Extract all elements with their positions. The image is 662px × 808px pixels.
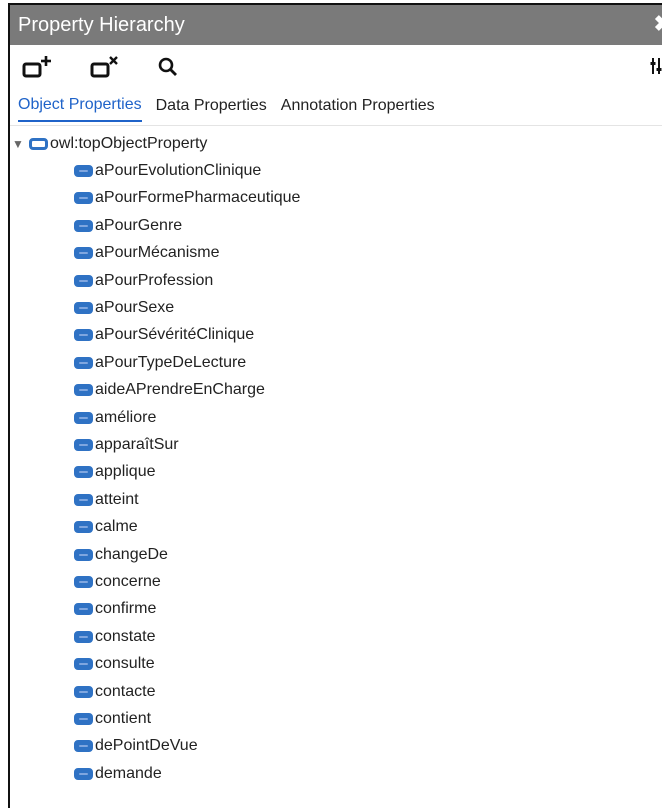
object-property-icon — [74, 493, 93, 506]
tree-item-label: améliore — [95, 408, 157, 426]
tab-object-properties[interactable]: Object Properties — [18, 88, 142, 122]
tree-item[interactable]: aideAPrendreEnCharge — [10, 377, 662, 404]
tree-item-label: calme — [95, 518, 138, 536]
object-property-icon — [74, 438, 93, 451]
tree-item-label: contacte — [95, 682, 156, 700]
tree-item-label: aideAPrendreEnCharge — [95, 381, 265, 399]
tree-item-label: aPourMécanisme — [95, 244, 220, 262]
tree-item-label: changeDe — [95, 545, 168, 563]
delete-property-icon[interactable] — [90, 55, 124, 84]
close-icon[interactable]: ✖ — [654, 11, 662, 37]
tree-root-label: owl:topObjectProperty — [50, 134, 208, 152]
tree-item[interactable]: consulte — [10, 650, 662, 677]
tree-item-label: aPourEvolutionClinique — [95, 162, 262, 180]
tree-item[interactable]: constate — [10, 623, 662, 650]
add-sub-property-icon[interactable] — [22, 55, 56, 84]
tree-item-label: contient — [95, 709, 152, 727]
object-property-icon — [74, 411, 93, 424]
tree-children: aPourEvolutionClinique aPourFormePharmace… — [10, 157, 662, 787]
tree-item[interactable]: aPourSévéritéClinique — [10, 322, 662, 349]
sliders-icon[interactable] — [650, 57, 662, 80]
tree-item-label: constate — [95, 627, 156, 645]
tree-item[interactable]: concerne — [10, 568, 662, 595]
tree-item[interactable]: aPourEvolutionClinique — [10, 157, 662, 184]
tab-bar: Object Properties Data Properties Annota… — [10, 85, 662, 126]
tree-item[interactable]: aPourFormePharmaceutique — [10, 185, 662, 212]
tree-item-label: aPourTypeDeLecture — [95, 353, 247, 371]
object-property-icon — [74, 247, 93, 260]
tree-item-label: concerne — [95, 572, 161, 590]
object-property-icon — [74, 521, 93, 534]
tree-item-label: demande — [95, 764, 162, 782]
object-property-icon — [74, 740, 93, 753]
tree-item[interactable]: confirme — [10, 596, 662, 623]
tree-item[interactable]: aPourSexe — [10, 294, 662, 321]
tree-item[interactable]: apparaîtSur — [10, 431, 662, 458]
tree-item-label: applique — [95, 463, 156, 481]
tree-item[interactable]: aPourTypeDeLecture — [10, 349, 662, 376]
object-property-icon — [74, 219, 93, 232]
object-property-icon — [74, 712, 93, 725]
object-property-icon — [74, 329, 93, 342]
tree-item[interactable]: changeDe — [10, 541, 662, 568]
tree-item-label: consulte — [95, 655, 155, 673]
object-property-icon — [74, 548, 93, 561]
object-property-icon — [74, 302, 93, 315]
object-property-icon — [74, 685, 93, 698]
object-property-icon — [74, 575, 93, 588]
tree-item-label: aPourSexe — [95, 299, 175, 317]
tree-item-label: aPourProfession — [95, 271, 214, 289]
tree-item[interactable]: aPourGenre — [10, 212, 662, 239]
tree-item-label: aPourFormePharmaceutique — [95, 189, 301, 207]
object-property-icon — [74, 192, 93, 205]
tree-item-label: dePointDeVue — [95, 737, 198, 755]
tree-item-label: confirme — [95, 600, 157, 618]
tree-root-row[interactable]: ▼ owl:topObjectProperty — [10, 130, 662, 157]
tree-item[interactable]: contient — [10, 705, 662, 732]
tree-item[interactable]: contacte — [10, 678, 662, 705]
object-property-icon — [74, 603, 93, 616]
tab-annotation-properties[interactable]: Annotation Properties — [281, 89, 435, 121]
tree-item[interactable]: calme — [10, 513, 662, 540]
tree-item[interactable]: demande — [10, 760, 662, 787]
tree-item[interactable]: atteint — [10, 486, 662, 513]
object-property-icon — [74, 658, 93, 671]
object-property-icon — [74, 767, 93, 780]
object-property-icon — [74, 466, 93, 479]
tab-data-properties[interactable]: Data Properties — [156, 89, 267, 121]
tree-item[interactable]: aPourMécanisme — [10, 240, 662, 267]
object-property-icon — [74, 356, 93, 369]
object-property-icon — [29, 137, 48, 150]
panel-title: Property Hierarchy — [18, 13, 185, 36]
tree-item-label: atteint — [95, 490, 139, 508]
title-bar[interactable]: Property Hierarchy ✖ — [10, 5, 662, 45]
tree-item[interactable]: applique — [10, 459, 662, 486]
property-tree: ▼ owl:topObjectProperty aPourEvolutionCl… — [10, 126, 662, 787]
tree-item-label: apparaîtSur — [95, 435, 179, 453]
tree-item-label: aPourGenre — [95, 216, 183, 234]
tree-item[interactable]: aPourProfession — [10, 267, 662, 294]
tree-item[interactable]: dePointDeVue — [10, 733, 662, 760]
tree-item[interactable]: améliore — [10, 404, 662, 431]
toolbar — [10, 45, 662, 85]
object-property-icon — [74, 384, 93, 397]
object-property-icon — [74, 274, 93, 287]
tree-item-label: aPourSévéritéClinique — [95, 326, 255, 344]
object-property-icon — [74, 165, 93, 178]
object-property-icon — [74, 630, 93, 643]
search-icon[interactable] — [158, 57, 178, 82]
expand-triangle-icon[interactable]: ▼ — [12, 137, 24, 151]
property-hierarchy-panel: Property Hierarchy ✖ — [8, 3, 662, 808]
